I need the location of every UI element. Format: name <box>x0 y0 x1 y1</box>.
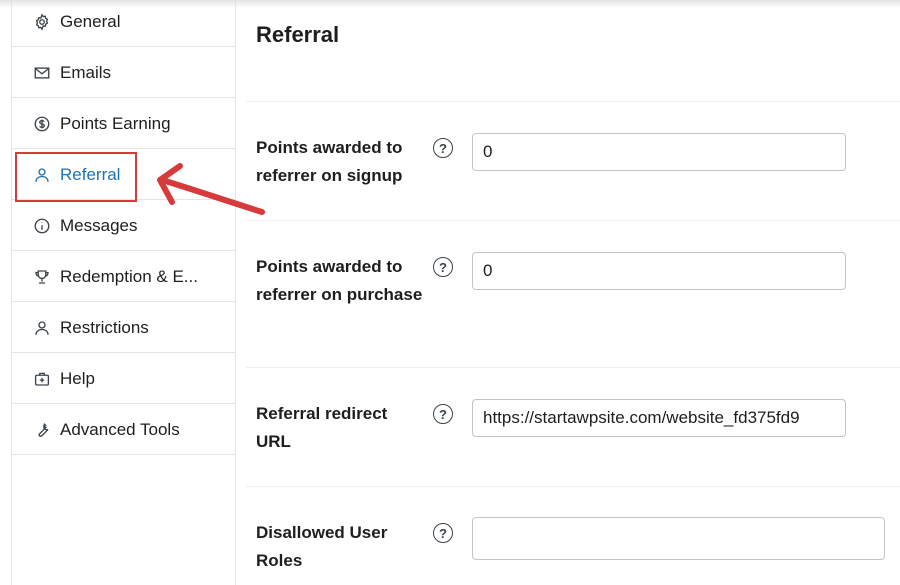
sidebar-item-label: Advanced Tools <box>60 419 180 439</box>
sidebar-item-label: Redemption & E... <box>60 266 198 286</box>
sidebar-item-emails[interactable]: Emails <box>12 48 235 98</box>
label-points-purchase: Points awarded to referrer on purchase <box>256 257 423 304</box>
label-referral-redirect-url: Referral redirect URL <box>256 404 388 451</box>
help-icon[interactable]: ? <box>433 138 453 158</box>
top-shadow <box>0 0 900 8</box>
sidebar-item-redemption[interactable]: Redemption & E... <box>12 252 235 302</box>
user-icon <box>32 165 51 184</box>
sidebar-item-label: Messages <box>60 215 138 235</box>
gear-icon <box>32 12 51 31</box>
sidebar-item-label: Referral <box>60 164 121 184</box>
page-title: Referral <box>256 22 340 47</box>
sidebar-item-label: Help <box>60 368 95 388</box>
divider <box>246 220 900 221</box>
help-icon[interactable]: ? <box>433 257 453 277</box>
divider <box>246 101 900 102</box>
points-purchase-input[interactable] <box>472 252 846 290</box>
sidebar-item-label: Restrictions <box>60 317 149 337</box>
pointer-arrow-icon <box>157 163 265 215</box>
divider <box>246 367 900 368</box>
sidebar-item-label: Emails <box>60 62 112 82</box>
sidebar-item-help[interactable]: Help <box>12 354 235 404</box>
sidebar-item-label: Points Earning <box>60 113 171 133</box>
wrench-icon <box>32 420 51 439</box>
sidebar-item-restrictions[interactable]: Restrictions <box>12 303 235 353</box>
sidebar-item-points-earning[interactable]: Points Earning <box>12 99 235 149</box>
sidebar-item-label: General <box>60 11 121 31</box>
disallowed-user-roles-input[interactable] <box>472 517 885 560</box>
sidebar-item-advanced-tools[interactable]: Advanced Tools <box>12 405 235 455</box>
points-signup-input[interactable] <box>472 133 846 171</box>
settings-panel: Referral Points awarded to referrer on s… <box>236 0 900 585</box>
label-points-signup: Points awarded to referrer on signup <box>256 138 403 185</box>
info-circle-icon <box>32 216 51 235</box>
trophy-icon <box>32 267 51 286</box>
label-disallowed-user-roles: Disallowed User Roles <box>256 523 388 570</box>
help-icon[interactable]: ? <box>433 523 453 543</box>
user-icon <box>32 318 51 337</box>
help-icon[interactable]: ? <box>433 404 453 424</box>
divider <box>246 486 900 487</box>
envelope-icon <box>32 63 51 82</box>
dollar-circle-icon <box>32 114 51 133</box>
settings-sidebar: General Emails Points Earning Referral M… <box>11 0 236 585</box>
referral-redirect-url-input[interactable] <box>472 399 846 437</box>
first-aid-kit-icon <box>32 369 51 388</box>
